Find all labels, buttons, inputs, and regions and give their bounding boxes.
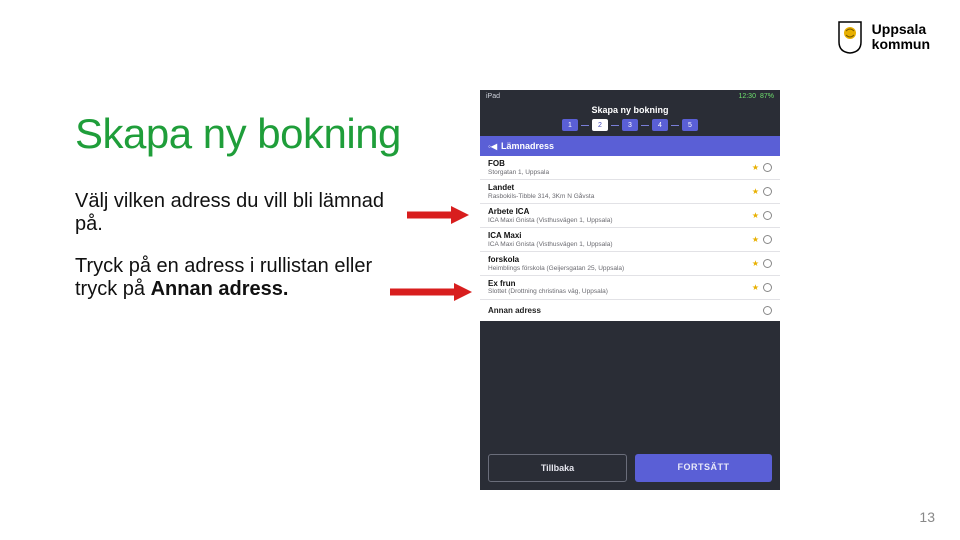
- arrow-icon: [388, 281, 474, 303]
- address-name: ICA Maxi: [488, 232, 613, 241]
- radio-icon[interactable]: [763, 235, 772, 244]
- status-battery: 87%: [760, 93, 774, 100]
- radio-icon[interactable]: [763, 283, 772, 292]
- slide-title: Skapa ny bokning: [75, 110, 401, 158]
- other-address-row[interactable]: Annan adress: [480, 300, 780, 321]
- step-3[interactable]: 3: [622, 119, 638, 131]
- status-carrier: iPad: [486, 93, 500, 100]
- star-icon: ★: [752, 211, 759, 220]
- stepper: 1 2 3 4 5: [480, 119, 780, 136]
- address-sub: ICA Maxi Gnista (Visthusvägen 1, Uppsala…: [488, 217, 613, 224]
- continue-button-label: FORTSÄTT: [678, 462, 730, 472]
- address-row[interactable]: FOBStorgatan 1, Uppsala ★: [480, 156, 780, 180]
- page-number: 13: [919, 509, 935, 525]
- address-name: forskola: [488, 256, 624, 265]
- crest-icon: [836, 20, 864, 54]
- address-sub: ICA Maxi Gnista (Visthusvägen 1, Uppsala…: [488, 241, 613, 248]
- address-sub: Rasbokils-Tibble 314, 3Km N Gåvsta: [488, 193, 594, 200]
- logo-line1: Uppsala: [872, 22, 930, 37]
- address-row[interactable]: Arbete ICAICA Maxi Gnista (Visthusvägen …: [480, 204, 780, 228]
- radio-icon[interactable]: [763, 259, 772, 268]
- screen-title: Skapa ny bokning: [480, 103, 780, 119]
- address-name: FOB: [488, 160, 549, 169]
- address-row[interactable]: forskolaHeimblings förskola (Geijersgata…: [480, 252, 780, 276]
- address-name: Landet: [488, 184, 594, 193]
- address-sub: Heimblings förskola (Geijersgatan 25, Up…: [488, 265, 624, 272]
- radio-icon[interactable]: [763, 306, 772, 315]
- para2-bold: Annan adress.: [151, 278, 289, 300]
- logo-line2: kommun: [872, 37, 930, 52]
- radio-icon[interactable]: [763, 211, 772, 220]
- arrow-icon: [405, 204, 470, 226]
- step-2[interactable]: 2: [592, 119, 608, 131]
- status-bar: iPad 12:30 87%: [480, 90, 780, 103]
- status-time: 12:30: [738, 93, 756, 100]
- star-icon: ★: [752, 235, 759, 244]
- logo-text: Uppsala kommun: [872, 22, 930, 51]
- step-4[interactable]: 4: [652, 119, 668, 131]
- address-row[interactable]: ICA MaxiICA Maxi Gnista (Visthusvägen 1,…: [480, 228, 780, 252]
- section-header: ◦◀ Lämnadress: [480, 136, 780, 156]
- back-button[interactable]: Tillbaka: [488, 454, 627, 482]
- star-icon: ★: [752, 283, 759, 292]
- section-header-label: Lämnadress: [501, 141, 554, 151]
- phone-screenshot: iPad 12:30 87% Skapa ny bokning 1 2 3 4 5 ◦◀…: [480, 90, 780, 490]
- star-icon: ★: [752, 163, 759, 172]
- address-name: Ex frun: [488, 280, 608, 289]
- bottom-bar: Tillbaka FORTSÄTT: [488, 454, 772, 482]
- address-sub: Storgatan 1, Uppsala: [488, 169, 549, 176]
- back-button-label: Tillbaka: [541, 463, 574, 473]
- logo: Uppsala kommun: [836, 20, 930, 54]
- other-address-label: Annan adress: [488, 306, 541, 315]
- radio-icon[interactable]: [763, 187, 772, 196]
- step-5[interactable]: 5: [682, 119, 698, 131]
- pin-icon: ◦◀: [488, 142, 497, 151]
- continue-button[interactable]: FORTSÄTT: [635, 454, 772, 482]
- instruction-para-2: Tryck på en adress i rullistan eller try…: [75, 255, 395, 301]
- address-row[interactable]: Ex frunSlottet (Drottning christinas väg…: [480, 276, 780, 300]
- address-row[interactable]: LandetRasbokils-Tibble 314, 3Km N Gåvsta…: [480, 180, 780, 204]
- instruction-para-1: Välj vilken adress du vill bli lämnad på…: [75, 190, 395, 236]
- radio-icon[interactable]: [763, 163, 772, 172]
- step-1[interactable]: 1: [562, 119, 578, 131]
- star-icon: ★: [752, 187, 759, 196]
- address-sub: Slottet (Drottning christinas väg, Uppsa…: [488, 288, 608, 295]
- address-name: Arbete ICA: [488, 208, 613, 217]
- address-list: FOBStorgatan 1, Uppsala★LandetRasbokils-…: [480, 156, 780, 300]
- star-icon: ★: [752, 259, 759, 268]
